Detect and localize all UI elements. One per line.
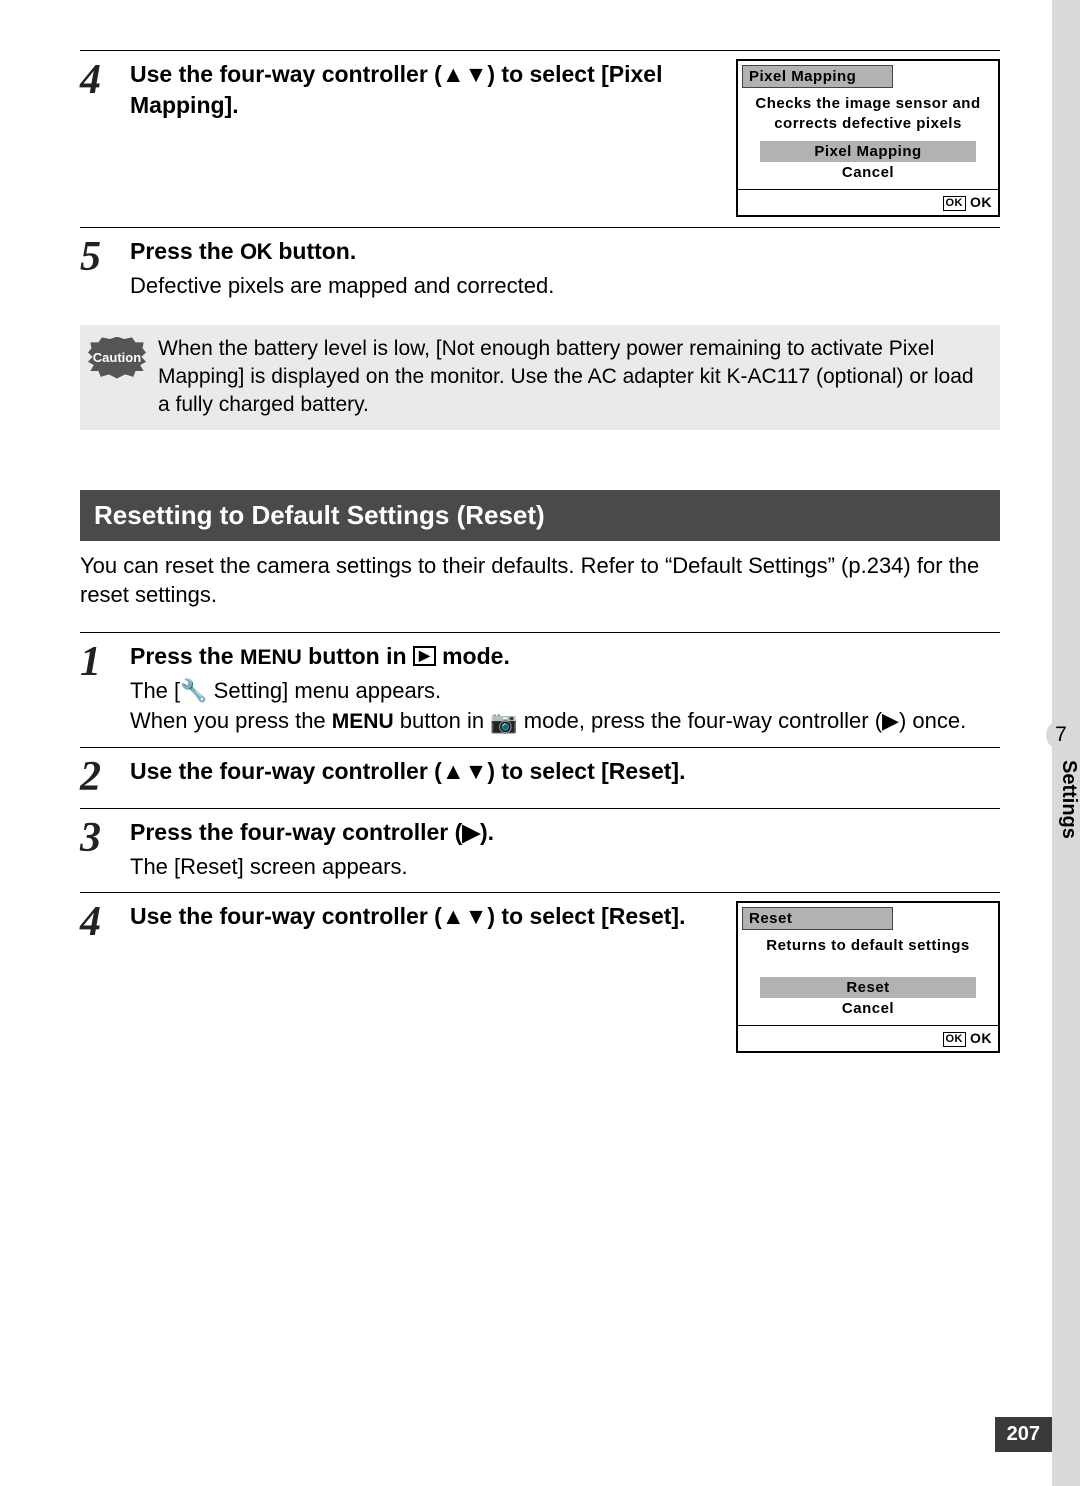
section-header-reset: Resetting to Default Settings (Reset)	[80, 490, 1000, 541]
step-number: 5	[80, 236, 130, 278]
lcd-message: Returns to default settings	[738, 930, 998, 964]
caution-text: When the battery level is low, [Not enou…	[158, 335, 990, 420]
manual-page: 4 Use the four-way controller (▲▼) to se…	[0, 0, 1080, 1486]
step-2-select-reset: 2 Use the four-way controller (▲▼) to se…	[80, 747, 1000, 808]
step-description: Defective pixels are mapped and correcte…	[130, 271, 1000, 301]
lcd-reset: Reset Returns to default settings Reset …	[736, 901, 1000, 1053]
caution-box: Caution When the battery level is low, […	[80, 325, 1000, 430]
playback-mode-icon: ▶	[413, 646, 436, 666]
lcd-option-selected: Pixel Mapping	[760, 141, 976, 162]
page-number: 207	[995, 1417, 1052, 1452]
ok-badge-icon: OK	[943, 196, 967, 211]
section-intro: You can reset the camera settings to the…	[80, 551, 1000, 610]
step-heading: Press the MENU button in ▶ mode.	[130, 641, 1000, 672]
up-down-icon: ▲▼	[442, 61, 488, 87]
step-4-select-reset: 4 Use the four-way controller (▲▼) to se…	[80, 892, 1000, 1063]
lcd-message: Checks the image sensor and corrects def…	[738, 88, 998, 141]
step-number: 3	[80, 817, 130, 859]
right-icon: ▶	[462, 819, 480, 845]
step-number: 4	[80, 59, 130, 101]
up-down-icon: ▲▼	[442, 758, 488, 784]
step-number: 4	[80, 901, 130, 943]
step-heading: Use the four-way controller (▲▼) to sele…	[130, 59, 718, 121]
lcd-pixel-mapping: Pixel Mapping Checks the image sensor an…	[736, 59, 1000, 217]
step-1-press-menu: 1 Press the MENU button in ▶ mode. The […	[80, 632, 1000, 747]
caution-icon: Caution	[88, 337, 146, 379]
step-number: 1	[80, 641, 130, 683]
lcd-footer: OKOK	[738, 189, 998, 215]
lcd-footer: OKOK	[738, 1025, 998, 1051]
step-heading: Press the OK button.	[130, 236, 1000, 267]
step-description: The [Reset] screen appears.	[130, 852, 1000, 882]
lcd-option: Cancel	[738, 162, 998, 183]
step-4-pixel-mapping: 4 Use the four-way controller (▲▼) to se…	[80, 50, 1000, 227]
step-heading: Press the four-way controller (▶).	[130, 817, 1000, 848]
lcd-option: Cancel	[738, 998, 998, 1019]
ok-badge-icon: OK	[943, 1032, 967, 1047]
right-icon: ▶	[882, 708, 899, 733]
ok-label: OK	[240, 239, 272, 264]
lcd-title: Reset	[742, 907, 893, 930]
menu-label: MENU	[332, 710, 394, 733]
lcd-title: Pixel Mapping	[742, 65, 893, 88]
step-heading: Use the four-way controller (▲▼) to sele…	[130, 901, 718, 932]
step-description: The [🔧 Setting] menu appears. When you p…	[130, 676, 1000, 737]
step-heading: Use the four-way controller (▲▼) to sele…	[130, 756, 1000, 787]
step-5-press-ok: 5 Press the OK button. Defective pixels …	[80, 227, 1000, 311]
step-3-press-right: 3 Press the four-way controller (▶). The…	[80, 808, 1000, 892]
up-down-icon: ▲▼	[442, 903, 488, 929]
wrench-icon: 🔧	[180, 678, 207, 703]
camera-mode-icon: 📷	[490, 709, 517, 734]
lcd-option-selected: Reset	[760, 977, 976, 998]
step-number: 2	[80, 756, 130, 798]
menu-label: MENU	[240, 646, 302, 669]
